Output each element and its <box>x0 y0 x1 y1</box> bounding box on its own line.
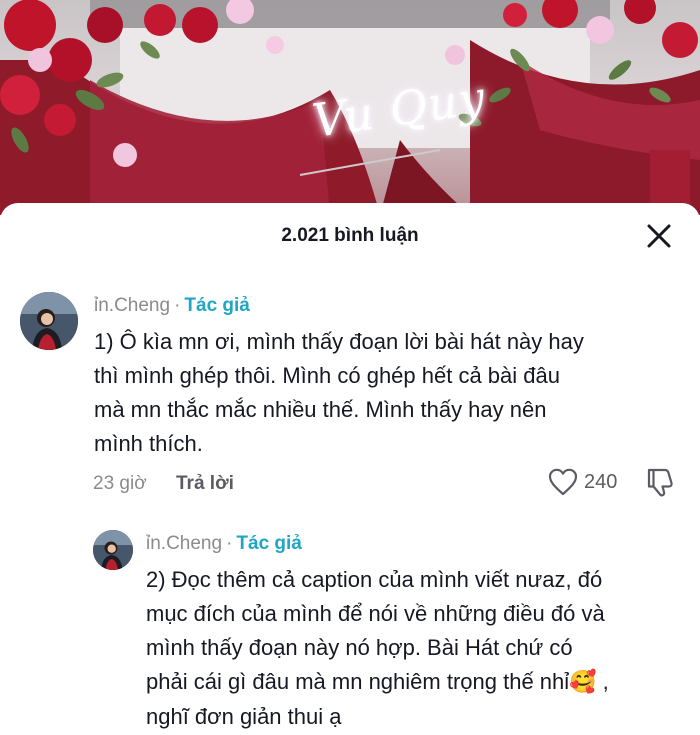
avatar-image <box>20 292 78 350</box>
thumbs-down-icon <box>647 468 673 497</box>
heart-icon <box>548 468 578 496</box>
comment-line: 1) Ô kìa mn ơi, mình thấy đoạn lời bài h… <box>94 329 584 354</box>
comment-line: nghĩ đơn giản thui ạ <box>146 704 342 729</box>
comment-line-text: phải cái gì đâu mà mn nghiêm trọng thế n… <box>146 669 570 694</box>
comment-timestamp: 23 giờ <box>93 473 147 494</box>
dislike-button[interactable] <box>645 466 675 503</box>
comment-line: mình thấy đoạn này nó hợp. Bài Hát chứ c… <box>146 635 573 660</box>
video-background: Vu Quy <box>0 0 700 215</box>
comment-line: mục đích của mình để nói về những điều đ… <box>146 601 605 626</box>
separator-dot: · <box>226 533 233 554</box>
like-button[interactable]: 240 <box>548 468 617 496</box>
comment-line: phải cái gì đâu mà mn nghiêm trọng thế n… <box>146 665 686 700</box>
close-button[interactable] <box>646 223 672 249</box>
comment-line: thì mình ghép thôi. Mình có ghép hết cả … <box>94 363 560 388</box>
separator-dot: · <box>174 295 181 316</box>
username-link[interactable]: ỉn.Cheng <box>146 533 222 554</box>
comment-author-line: ỉn.Cheng · Tác giả <box>94 295 250 317</box>
reply-button[interactable]: Trả lời <box>176 473 234 495</box>
comment-line: mình thích. <box>94 431 203 456</box>
comment-body: 2) Đọc thêm cả caption của mình viết nưa… <box>146 563 686 734</box>
avatar[interactable] <box>93 530 133 570</box>
avatar[interactable] <box>20 292 78 350</box>
comment-line: mà mn thắc mắc nhiều thế. Mình thấy hay … <box>94 397 547 422</box>
comment-line: 2) Đọc thêm cả caption của mình viết nưa… <box>146 567 603 592</box>
close-icon <box>647 224 671 248</box>
comments-header: 2.021 bình luận <box>0 203 700 269</box>
like-count: 240 <box>584 470 618 493</box>
smiling-face-with-hearts-emoji: 🥰 <box>569 670 597 695</box>
comment-count-title: 2.021 bình luận <box>281 225 419 246</box>
avatar-image <box>93 530 133 570</box>
author-badge: Tác giả <box>236 533 302 554</box>
comment-body: 1) Ô kìa mn ơi, mình thấy đoạn lời bài h… <box>94 325 674 461</box>
comment-line-suffix: , <box>596 669 609 694</box>
comment-author-line: ỉn.Cheng · Tác giả <box>146 533 302 555</box>
username-link[interactable]: ỉn.Cheng <box>94 295 170 316</box>
author-badge: Tác giả <box>184 295 250 316</box>
